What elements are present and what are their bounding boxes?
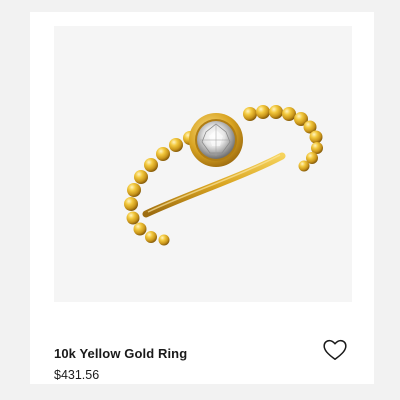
ring-image-icon bbox=[124, 105, 323, 246]
product-price: $431.56 bbox=[54, 368, 100, 382]
heart-outline-icon bbox=[323, 339, 347, 360]
product-title[interactable]: 10k Yellow Gold Ring bbox=[54, 346, 187, 361]
product-image[interactable] bbox=[54, 26, 352, 302]
diamond-setting bbox=[189, 113, 243, 167]
favorite-button[interactable] bbox=[322, 337, 348, 363]
product-card[interactable]: 10k Yellow Gold Ring $431.56 bbox=[30, 12, 374, 384]
